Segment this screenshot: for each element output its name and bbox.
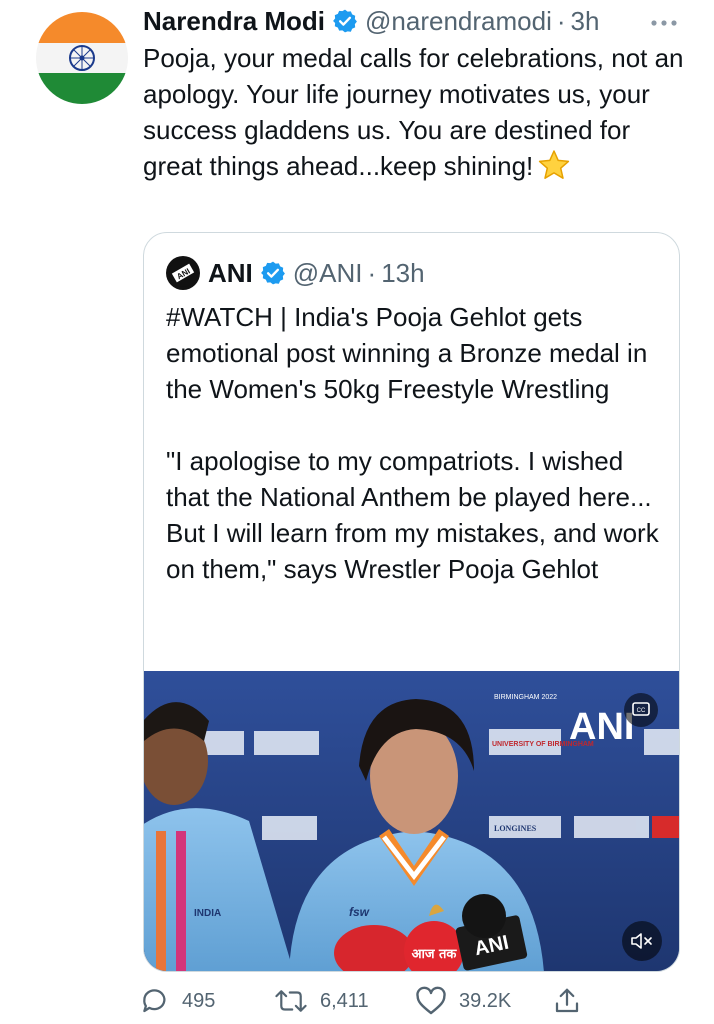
- quoted-paragraph-1: #WATCH | India's Pooja Gehlot gets emoti…: [166, 302, 648, 404]
- reply-count: 495: [182, 989, 216, 1012]
- quoted-author-handle: @ANI: [292, 257, 363, 288]
- india-flag-icon: [36, 12, 128, 104]
- heart-icon: [416, 986, 446, 1015]
- svg-text:CC: CC: [637, 708, 646, 714]
- verified-badge-icon: [260, 261, 285, 285]
- verified-badge-icon: [333, 9, 357, 33]
- quoted-paragraph-2: "I apologise to my compatriots. I wished…: [166, 446, 659, 584]
- tweet-time[interactable]: 3h: [571, 6, 600, 37]
- ani-logo-avatar[interactable]: ANI: [166, 256, 200, 290]
- backdrop-text: INDIA: [194, 908, 221, 919]
- like-button[interactable]: 39.2K: [415, 984, 511, 1018]
- quoted-author-name: ANI: [208, 257, 253, 288]
- video-thumbnail: UNIVERSITY OF BIRMINGHAM LONGINES BIRMIN…: [144, 671, 679, 971]
- reply-icon: [143, 989, 166, 1013]
- closed-captions-icon[interactable]: CC: [624, 693, 658, 727]
- quoted-tweet-text: #WATCH | India's Pooja Gehlot gets emoti…: [166, 299, 666, 623]
- separator-dot: ·: [367, 257, 377, 288]
- ani-logo-icon: ANI: [169, 259, 197, 287]
- quoted-tweet-card[interactable]: ANI ANI @ANI · 13h #WATCH | India's Pooj…: [143, 232, 680, 972]
- retweet-button[interactable]: 6,411: [274, 984, 369, 1018]
- like-count: 39.2K: [459, 989, 512, 1012]
- retweet-icon: [275, 990, 307, 1012]
- author-name[interactable]: Narendra Modi: [143, 6, 325, 37]
- quoted-tweet-header: ANI ANI @ANI · 13h: [166, 255, 425, 291]
- retweet-count: 6,411: [320, 989, 369, 1012]
- backdrop-text: LONGINES: [494, 824, 537, 833]
- quoted-tweet-time: 13h: [381, 257, 425, 288]
- tweet-body: Pooja, your medal calls for celebrations…: [143, 43, 684, 181]
- tweet-text: Pooja, your medal calls for celebrations…: [143, 40, 688, 184]
- author-avatar[interactable]: [36, 12, 128, 104]
- author-handle[interactable]: @narendramodi: [365, 6, 552, 37]
- tweet-header: Narendra Modi @narendramodi · 3h: [143, 4, 683, 38]
- reply-button[interactable]: 495: [140, 984, 215, 1018]
- video-player[interactable]: UNIVERSITY OF BIRMINGHAM LONGINES BIRMIN…: [144, 671, 679, 971]
- share-button[interactable]: [552, 984, 594, 1018]
- backdrop-text: BIRMINGHAM 2022: [494, 694, 557, 701]
- separator-dot: ·: [556, 5, 566, 36]
- share-icon: [555, 988, 579, 1013]
- mic-label-aajtak: आज तक: [412, 947, 458, 962]
- ellipsis-icon[interactable]: [650, 8, 678, 34]
- star-emoji-icon: [539, 150, 570, 179]
- backdrop-text: fsw: [349, 905, 370, 919]
- volume-muted-icon[interactable]: [622, 921, 662, 961]
- tweet-action-bar: 495 6,411 39.2K: [140, 984, 590, 1018]
